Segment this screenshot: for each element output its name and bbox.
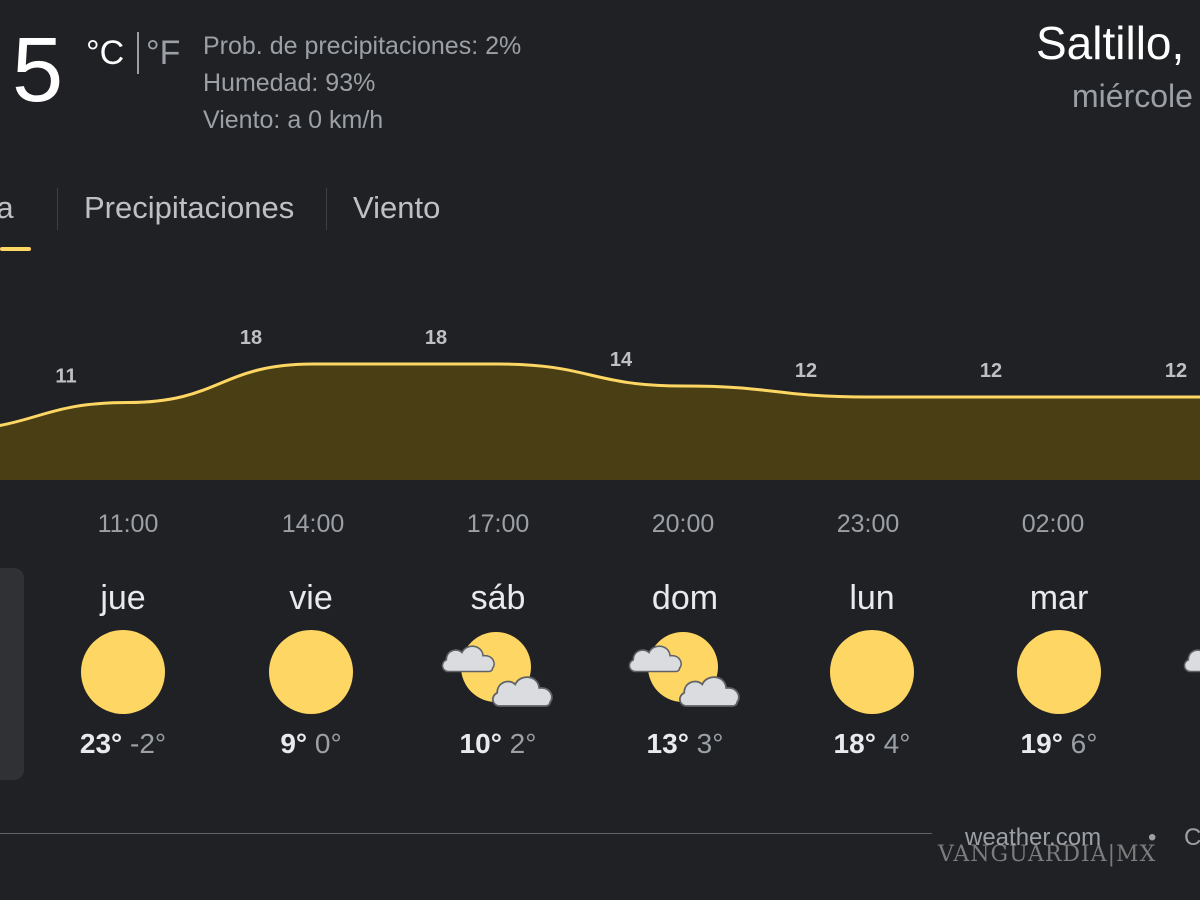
day-low: -2° bbox=[122, 728, 167, 759]
hour-label: 20:00 bbox=[651, 510, 715, 538]
footer-divider bbox=[0, 833, 932, 834]
day-low: 4° bbox=[875, 728, 911, 759]
day-temperatures: 19° 6° bbox=[979, 728, 1139, 760]
day-name bbox=[1160, 566, 1200, 616]
sunny-icon bbox=[999, 622, 1119, 722]
day-forecast[interactable]: jue 23° -2° bbox=[43, 566, 203, 760]
day-high: 9° bbox=[280, 728, 308, 759]
day-temperatures: 18° 4° bbox=[792, 728, 952, 760]
sunny-icon bbox=[812, 622, 932, 722]
day-forecast[interactable]: dom 13° 3° bbox=[605, 566, 765, 760]
fahrenheit-toggle[interactable]: °F bbox=[146, 34, 180, 73]
watermark-logo: VANGUARDIA|MX bbox=[938, 842, 1157, 867]
temperature-chart: 11 18 18 14 12 12 12 bbox=[0, 327, 1200, 480]
day-forecast[interactable]: mar 19° 6° bbox=[979, 566, 1139, 760]
day-low: 2° bbox=[501, 728, 537, 759]
day-high: 13° bbox=[646, 728, 689, 759]
tab-wind[interactable]: Viento bbox=[353, 190, 440, 226]
temperature-data-label: 18 bbox=[240, 327, 262, 349]
day-low: 3° bbox=[688, 728, 724, 759]
day-name: lun bbox=[849, 579, 895, 617]
hour-label: 02:00 bbox=[1021, 510, 1085, 538]
location-date: miércole bbox=[1072, 78, 1193, 114]
location-city: Saltillo, bbox=[1036, 17, 1185, 69]
temperature-data-label: 14 bbox=[610, 349, 633, 371]
temperature-data-label: 12 bbox=[1165, 360, 1187, 382]
day-high: 18° bbox=[833, 728, 876, 759]
hour-label: 14:00 bbox=[281, 510, 345, 538]
day-high: 19° bbox=[1020, 728, 1063, 759]
current-details: Prob. de precipitaciones: 2% Humedad: 93… bbox=[203, 28, 521, 139]
footer-link[interactable]: C bbox=[1184, 824, 1200, 852]
temperature-data-label: 11 bbox=[55, 366, 76, 388]
day-high: 23° bbox=[79, 728, 123, 759]
celsius-toggle[interactable]: °C bbox=[86, 34, 124, 73]
partly-cloudy-icon bbox=[438, 622, 558, 722]
tab-precipitation[interactable]: Precipitaciones bbox=[84, 190, 294, 226]
day-forecast[interactable]: sáb 10° 2° bbox=[418, 566, 578, 760]
day-forecast[interactable]: lun 18° 4° bbox=[792, 566, 952, 760]
day-forecast[interactable]: 2 bbox=[1160, 566, 1200, 760]
day-temperatures: 10° 2° bbox=[418, 728, 578, 760]
day-name: jue bbox=[100, 579, 146, 617]
day-temperatures: 23° -2° bbox=[43, 728, 203, 760]
hour-label: 23:00 bbox=[836, 510, 900, 538]
day-temperatures: 2 bbox=[1160, 728, 1200, 760]
day-low: 6° bbox=[1062, 728, 1098, 759]
weather-widget: 5 °C °F Prob. de precipitaciones: 2% Hum… bbox=[0, 0, 1200, 900]
day-name: vie bbox=[289, 579, 333, 617]
sunny-icon bbox=[251, 622, 371, 722]
selected-day-card[interactable] bbox=[0, 568, 24, 780]
partly-cloudy-icon bbox=[1180, 622, 1200, 722]
humidity: Humedad: 93% bbox=[203, 69, 376, 97]
temperature-data-label: 12 bbox=[795, 360, 817, 382]
tab-divider bbox=[57, 188, 58, 230]
wind-speed: Viento: a 0 km/h bbox=[203, 106, 384, 134]
day-name: dom bbox=[651, 579, 719, 617]
day-temperatures: 9° 0° bbox=[231, 728, 391, 760]
sunny-icon bbox=[63, 622, 183, 722]
day-low: 0° bbox=[307, 728, 342, 759]
temperature-area bbox=[0, 364, 1200, 480]
precipitation-probability: Prob. de precipitaciones: 2% bbox=[203, 32, 522, 60]
day-temperatures: 13° 3° bbox=[605, 728, 765, 760]
hour-label: 17:00 bbox=[466, 510, 530, 538]
current-temperature: 5 bbox=[12, 19, 64, 121]
day-forecast[interactable]: vie 9° 0° bbox=[231, 566, 391, 760]
tab-selected-indicator bbox=[0, 247, 31, 251]
unit-separator bbox=[137, 32, 139, 74]
tab-divider bbox=[326, 188, 327, 230]
hour-label: 11:00 bbox=[97, 510, 159, 538]
day-name: sáb bbox=[470, 579, 526, 617]
temperature-data-label: 18 bbox=[425, 327, 447, 349]
temperature-data-label: 12 bbox=[980, 360, 1002, 382]
day-name: mar bbox=[1029, 579, 1089, 617]
partly-cloudy-icon bbox=[625, 622, 745, 722]
tab-temperature[interactable]: ra bbox=[0, 190, 14, 226]
day-high: 10° bbox=[459, 728, 502, 759]
